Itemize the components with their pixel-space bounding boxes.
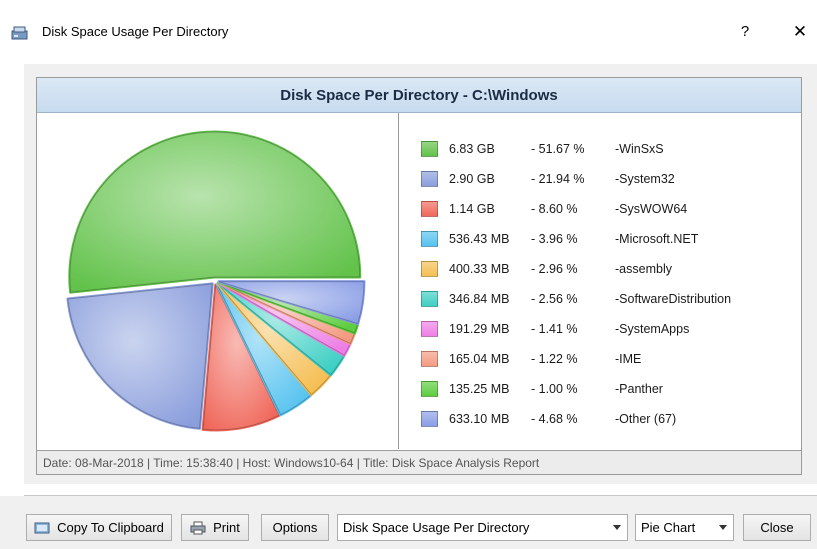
report-title: Disk Space Per Directory - C:\Windows [37, 78, 801, 113]
legend-item: 346.84 MB - 2.56 % - SoftwareDistribution [421, 289, 731, 309]
help-button[interactable]: ? [730, 18, 760, 46]
close-button-label: Close [760, 520, 794, 535]
legend-size: 165.04 MB [449, 352, 510, 366]
legend-size: 346.84 MB [449, 292, 510, 306]
legend-item: 135.25 MB - 1.00 % - Panther [421, 379, 663, 399]
legend-size: 135.25 MB [449, 382, 510, 396]
report-type-value: Disk Space Usage Per Directory [343, 520, 530, 535]
chart-type-value: Pie Chart [641, 520, 696, 535]
legend-swatch [421, 201, 438, 217]
legend-swatch [421, 231, 438, 247]
legend-swatch [421, 411, 438, 427]
legend-percent: - 8.60 % [531, 202, 578, 216]
legend-label: Other (67) [619, 412, 677, 426]
legend-percent: - 1.00 % [531, 382, 578, 396]
close-button[interactable]: Close [743, 514, 811, 541]
legend-percent: - 1.41 % [531, 322, 578, 336]
clipboard-icon [34, 522, 50, 533]
legend-percent: - 51.67 % [531, 142, 585, 156]
chevron-down-icon [613, 525, 621, 530]
close-window-button[interactable]: ✕ [785, 18, 815, 46]
report-footer: Date: 08-Mar-2018 | Time: 15:38:40 | Hos… [37, 450, 801, 474]
legend-size: 1.14 GB [449, 202, 495, 216]
options-button[interactable]: Options [261, 514, 329, 541]
legend-swatch [421, 321, 438, 337]
legend-label: SysWOW64 [619, 202, 688, 216]
legend-size: 633.10 MB [449, 412, 510, 426]
print-button[interactable]: Print [181, 514, 249, 541]
chevron-down-icon [719, 525, 727, 530]
bottom-bar: Copy To Clipboard Print Options Disk Spa… [0, 496, 817, 549]
legend-percent: - 1.22 % [531, 352, 578, 366]
legend-percent: - 4.68 % [531, 412, 578, 426]
report-type-select[interactable]: Disk Space Usage Per Directory [337, 514, 628, 541]
pie-chart-area [37, 113, 398, 449]
app-icon [11, 26, 28, 40]
legend-item: 633.10 MB - 4.68 % - Other (67) [421, 409, 676, 429]
legend-swatch [421, 351, 438, 367]
legend-label: SoftwareDistribution [619, 292, 732, 306]
options-button-label: Options [272, 520, 318, 535]
legend-label: SystemApps [619, 322, 690, 336]
legend-item: 165.04 MB - 1.22 % - IME [421, 349, 641, 369]
legend-size: 6.83 GB [449, 142, 495, 156]
chart-type-select[interactable]: Pie Chart [635, 514, 734, 541]
legend-item: 2.90 GB - 21.94 % - System32 [421, 169, 675, 189]
legend-label: IME [619, 352, 642, 366]
report-panel: Disk Space Per Directory - C:\Windows 6.… [36, 77, 802, 475]
print-button-label: Print [213, 520, 240, 535]
legend-size: 400.33 MB [449, 262, 510, 276]
legend-percent: - 21.94 % [531, 172, 585, 186]
legend-size: 2.90 GB [449, 172, 495, 186]
window-title: Disk Space Usage Per Directory [42, 24, 229, 39]
legend-swatch [421, 171, 438, 187]
copy-to-clipboard-button[interactable]: Copy To Clipboard [26, 514, 172, 541]
legend-swatch [421, 291, 438, 307]
copy-button-label: Copy To Clipboard [57, 520, 164, 535]
legend-swatch [421, 141, 438, 157]
legend-item: 191.29 MB - 1.41 % - SystemApps [421, 319, 689, 339]
legend-item: 536.43 MB - 3.96 % - Microsoft.NET [421, 229, 698, 249]
title-bar: Disk Space Usage Per Directory ? ✕ [0, 0, 817, 64]
legend: 6.83 GB - 51.67 % - WinSxS 2.90 GB - 21.94 %… [399, 113, 801, 449]
pie-slice-highlight [69, 132, 360, 293]
legend-item: 1.14 GB - 8.60 % - SysWOW64 [421, 199, 687, 219]
legend-label: Microsoft.NET [619, 232, 699, 246]
legend-label: Panther [619, 382, 663, 396]
legend-label: System32 [619, 172, 675, 186]
legend-percent: - 2.96 % [531, 262, 578, 276]
legend-label: WinSxS [619, 142, 664, 156]
legend-percent: - 3.96 % [531, 232, 578, 246]
legend-item: 400.33 MB - 2.96 % - assembly [421, 259, 672, 279]
legend-item: 6.83 GB - 51.67 % - WinSxS [421, 139, 664, 159]
legend-percent: - 2.56 % [531, 292, 578, 306]
pie-slice-highlight [67, 283, 213, 429]
legend-swatch [421, 381, 438, 397]
legend-label: assembly [619, 262, 672, 276]
pie-chart [66, 130, 366, 432]
printer-icon [190, 521, 206, 534]
legend-swatch [421, 261, 438, 277]
legend-size: 191.29 MB [449, 322, 510, 336]
legend-size: 536.43 MB [449, 232, 510, 246]
